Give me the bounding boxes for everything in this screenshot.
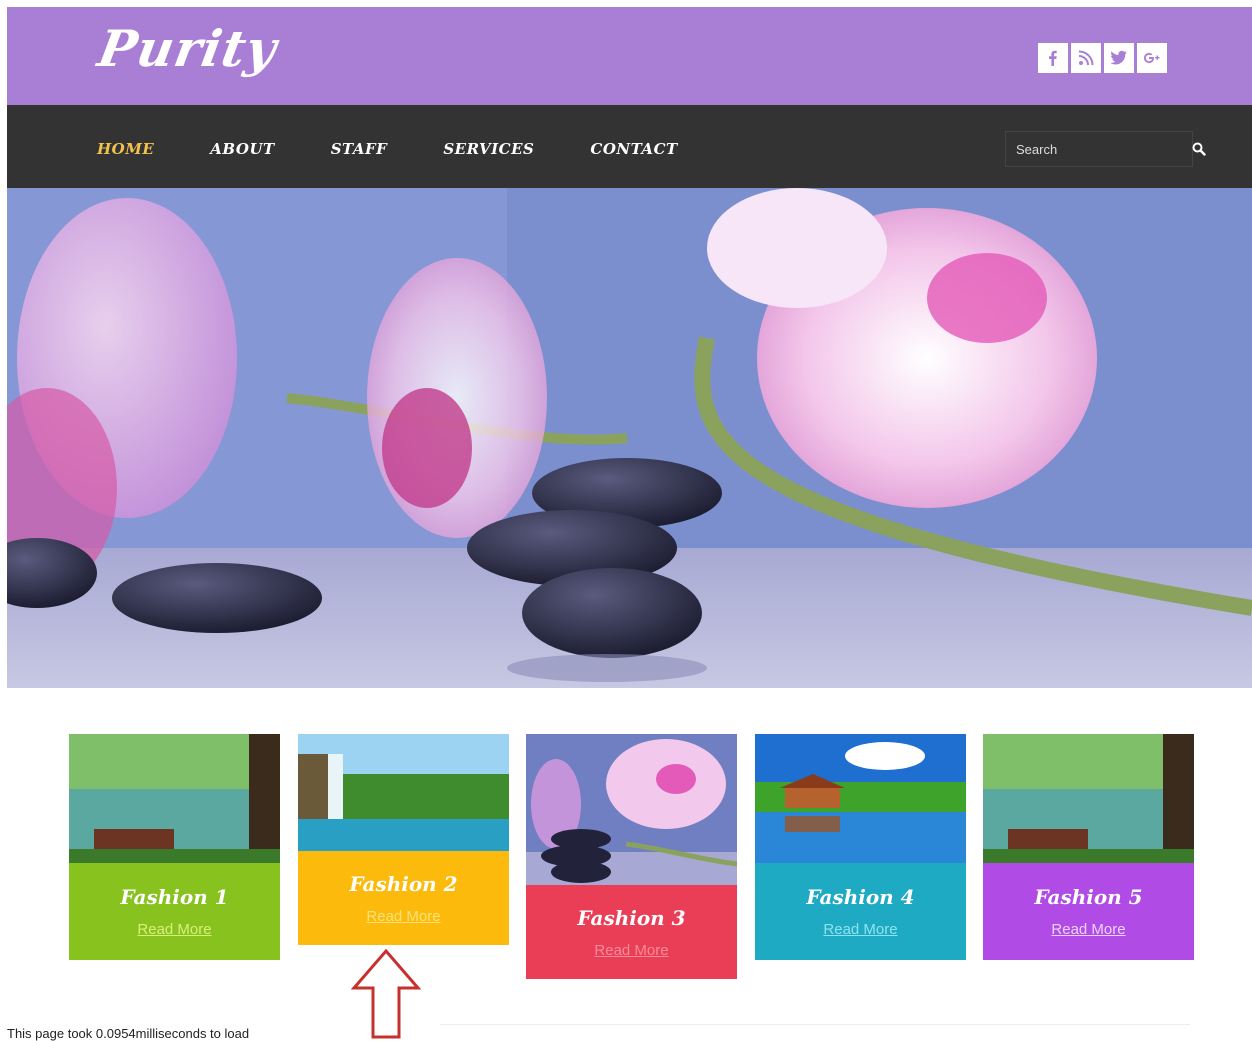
- read-more-link[interactable]: Read More: [594, 942, 668, 959]
- google-plus-link[interactable]: [1137, 43, 1167, 73]
- nav-item-staff[interactable]: STAFF: [331, 140, 388, 158]
- card-image: [526, 734, 737, 885]
- hero-image: [7, 188, 1252, 688]
- card-image: [298, 734, 509, 851]
- facebook-icon: [1049, 50, 1057, 66]
- card-title: Fashion 4: [806, 885, 915, 909]
- search-button[interactable]: [1192, 132, 1206, 166]
- card-title: Fashion 3: [577, 905, 686, 930]
- rss-link[interactable]: [1071, 43, 1101, 73]
- site-logo[interactable]: Purity: [94, 19, 282, 78]
- feature-card: Fashion 1 Read More: [69, 734, 280, 960]
- rss-icon: [1078, 50, 1094, 66]
- read-more-link[interactable]: Read More: [823, 921, 897, 938]
- twitter-icon: [1110, 50, 1127, 65]
- nav-item-home[interactable]: HOME: [97, 140, 154, 158]
- site-header: Purity: [7, 7, 1252, 105]
- search-input[interactable]: [1006, 132, 1192, 166]
- divider: [440, 1024, 1190, 1025]
- nav-item-contact[interactable]: CONTACT: [590, 140, 677, 158]
- facebook-link[interactable]: [1038, 43, 1068, 73]
- load-time-status: This page took 0.0954milliseconds to loa…: [7, 1026, 250, 1041]
- card-title: Fashion 5: [1034, 885, 1143, 909]
- read-more-link[interactable]: Read More: [1051, 921, 1125, 938]
- card-title: Fashion 2: [349, 871, 458, 896]
- feature-card: Fashion 2 Read More: [298, 734, 509, 945]
- social-links: [1038, 43, 1167, 73]
- google-plus-icon: [1143, 52, 1160, 64]
- search-box: [1005, 131, 1206, 167]
- feature-card: Fashion 3 Read More: [526, 734, 737, 979]
- hero-banner: [7, 188, 1252, 688]
- feature-card: Fashion 4 Read More: [755, 734, 966, 960]
- read-more-link[interactable]: Read More: [137, 921, 211, 938]
- up-arrow-icon: [351, 948, 421, 1039]
- card-image: [69, 734, 280, 863]
- card-image: [755, 734, 966, 863]
- read-more-link[interactable]: Read More: [366, 908, 440, 925]
- card-image: [983, 734, 1194, 863]
- feature-card: Fashion 5 Read More: [983, 734, 1194, 960]
- main-nav: HOME ABOUT STAFF SERVICES CONTACT: [7, 105, 1252, 188]
- nav-item-services[interactable]: SERVICES: [443, 140, 534, 158]
- nav-item-about[interactable]: ABOUT: [210, 140, 274, 158]
- search-icon: [1192, 142, 1206, 156]
- twitter-link[interactable]: [1104, 43, 1134, 73]
- card-title: Fashion 1: [120, 885, 229, 909]
